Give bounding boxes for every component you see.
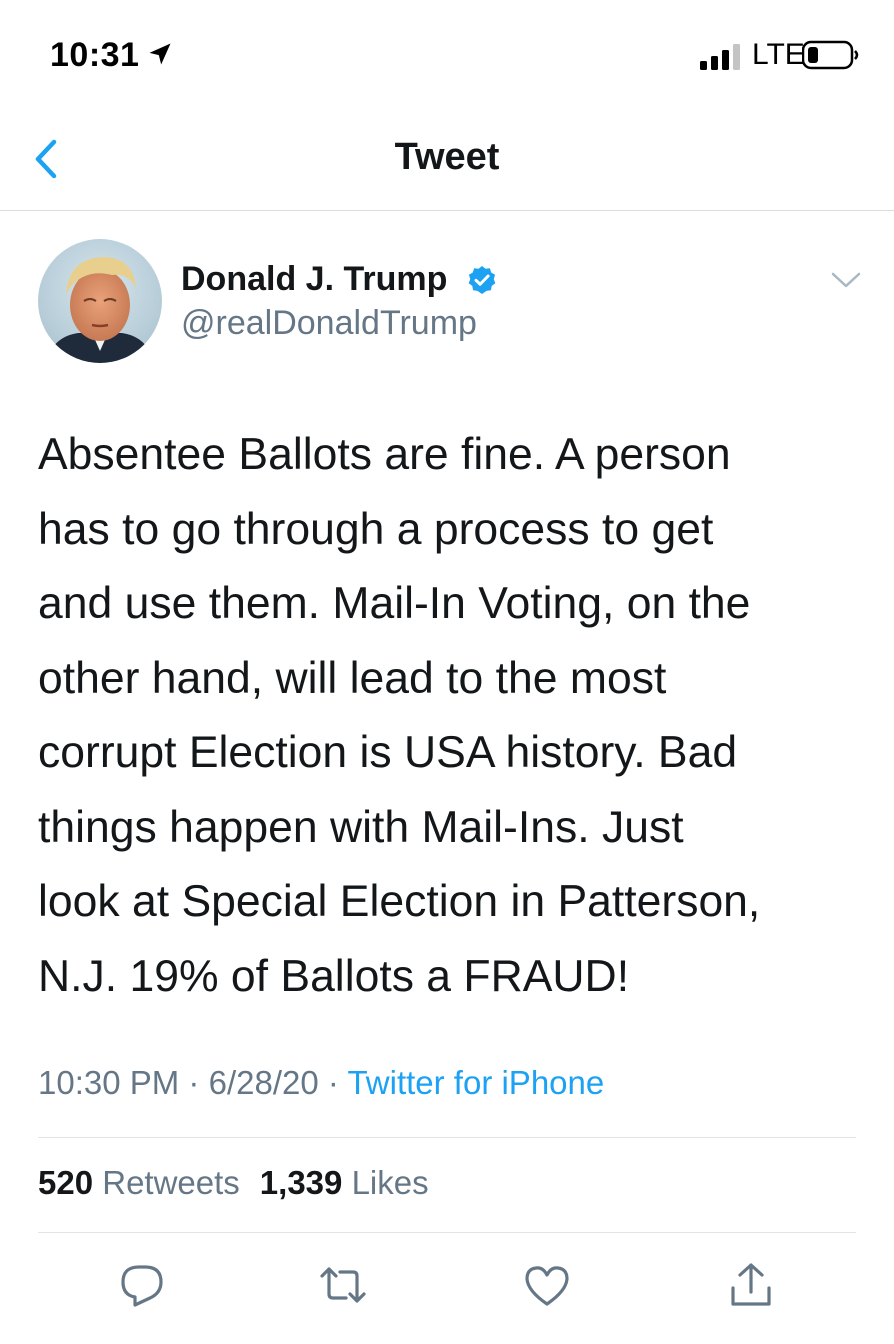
cellular-signal-icon [700,44,740,70]
nav-bar: Tweet [0,110,894,211]
tweet-text: Absentee Ballots are fine. A person has … [38,430,761,1001]
likes-stat[interactable]: 1,339 Likes [260,1164,429,1201]
avatar[interactable] [38,239,162,363]
reply-icon [121,1265,163,1307]
display-name[interactable]: Donald J. Trump [181,260,447,299]
profile-photo [38,239,162,363]
page-title: Tweet [394,136,500,178]
tweet-stats: 520 Retweets 1,339 Likes [38,1164,429,1202]
tweet-date: 6/28/20 [208,1064,319,1101]
tweet-source-link[interactable]: Twitter for iPhone [347,1064,604,1101]
like-button[interactable] [522,1260,572,1310]
likes-label: Likes [351,1164,429,1201]
status-time: 10:31 [50,36,140,74]
retweets-label: Retweets [102,1164,240,1201]
share-button[interactable] [726,1260,776,1310]
retweets-count: 520 [38,1164,94,1201]
divider [38,1232,856,1233]
tweet-time: 10:30 PM [38,1064,180,1101]
user-handle[interactable]: @realDonaldTrump [181,304,477,343]
battery-low-icon [802,40,859,70]
tweet-meta: 10:30 PM · 6/28/20 · Twitter for iPhone [38,1064,604,1102]
chevron-down-icon[interactable] [830,270,862,290]
location-arrow-icon [149,43,171,65]
likes-count: 1,339 [259,1164,343,1201]
share-icon [731,1263,771,1306]
meta-separator: · [188,1064,200,1101]
retweet-button[interactable] [318,1260,368,1310]
retweets-stat[interactable]: 520 Retweets [38,1164,240,1201]
retweet-icon [320,1267,366,1303]
status-bar: 10:31 LTE [0,0,894,110]
network-type: LTE [752,38,805,71]
meta-separator: · [327,1064,339,1101]
divider [38,1137,856,1138]
reply-button[interactable] [117,1260,167,1310]
verified-badge-icon [468,266,496,294]
heart-icon [525,1266,569,1306]
